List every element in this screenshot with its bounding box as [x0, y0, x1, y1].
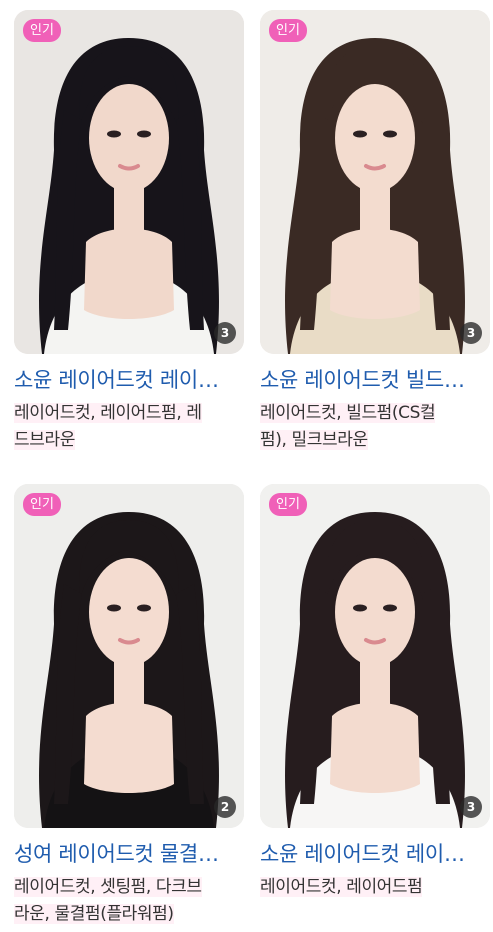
tags-line-2: 펌), 밀크브라운 — [260, 430, 368, 450]
hairstyle-photo[interactable]: 인기 3 — [260, 484, 490, 828]
hairstyle-tags: 레이어드컷, 레이어드펌, 레 드브라운 — [14, 400, 240, 454]
tags-line-1: 레이어드컷, 레이어드펌 — [260, 877, 423, 897]
image-count-badge: 3 — [460, 796, 482, 818]
popular-badge: 인기 — [23, 19, 61, 42]
hairstyle-title[interactable]: 소윤 레이어드컷 레이어드펌 — [260, 840, 482, 868]
portrait-illustration — [260, 484, 490, 828]
hairstyle-card[interactable]: 인기 3 소윤 레이어드컷 레이어드펌 레이어드컷, 레이어드펌 — [260, 484, 490, 901]
hairstyle-card[interactable]: 인기 3 소윤 레이어드컷 빌드펌 밀크브라운 레이어드컷, 빌드펌(CS컬 펌… — [260, 10, 490, 454]
tags-line-2: 라운, 물결펌(플라워펌) — [14, 904, 174, 924]
portrait-illustration — [14, 484, 244, 828]
tags-line-2: 드브라운 — [14, 430, 75, 450]
tags-line-1: 레이어드컷, 빌드펌(CS컬 — [260, 403, 436, 423]
hairstyle-card[interactable]: 인기 2 성여 레이어드컷 물결펌 다크브라운 레이어드컷, 셋팅펌, 다크브 … — [14, 484, 244, 928]
image-count-badge: 3 — [214, 322, 236, 344]
hairstyle-tags: 레이어드컷, 셋팅펌, 다크브 라운, 물결펌(플라워펌) — [14, 874, 240, 928]
hairstyle-photo[interactable]: 인기 2 — [14, 484, 244, 828]
portrait-illustration — [260, 10, 490, 354]
image-count-badge: 3 — [460, 322, 482, 344]
hairstyle-photo[interactable]: 인기 3 — [14, 10, 244, 354]
hairstyle-title[interactable]: 소윤 레이어드컷 레이어드펌 레드브라운 — [14, 366, 236, 394]
portrait-illustration — [14, 10, 244, 354]
popular-badge: 인기 — [23, 493, 61, 516]
hairstyle-title[interactable]: 소윤 레이어드컷 빌드펌 밀크브라운 — [260, 366, 482, 394]
popular-badge: 인기 — [269, 19, 307, 42]
hairstyle-grid: 인기 3 소윤 레이어드컷 레이어드펌 레드브라운 레이어드컷, 레이어드펌, … — [0, 0, 493, 932]
hairstyle-photo[interactable]: 인기 3 — [260, 10, 490, 354]
image-count-badge: 2 — [214, 796, 236, 818]
tags-line-1: 레이어드컷, 셋팅펌, 다크브 — [14, 877, 202, 897]
hairstyle-card[interactable]: 인기 3 소윤 레이어드컷 레이어드펌 레드브라운 레이어드컷, 레이어드펌, … — [14, 10, 244, 454]
hairstyle-title[interactable]: 성여 레이어드컷 물결펌 다크브라운 — [14, 840, 236, 868]
popular-badge: 인기 — [269, 493, 307, 516]
hairstyle-tags: 레이어드컷, 레이어드펌 — [260, 874, 486, 901]
hairstyle-tags: 레이어드컷, 빌드펌(CS컬 펌), 밀크브라운 — [260, 400, 486, 454]
tags-line-1: 레이어드컷, 레이어드펌, 레 — [14, 403, 202, 423]
